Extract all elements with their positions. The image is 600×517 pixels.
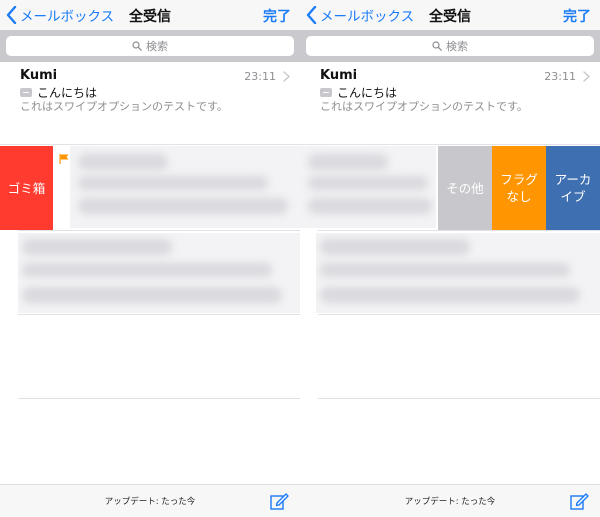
- recipient-badge-icon: [20, 88, 32, 97]
- chevron-right-icon: [583, 71, 590, 82]
- compose-icon[interactable]: [569, 491, 589, 511]
- magnifier-icon: [432, 41, 442, 51]
- row-separator: [18, 314, 300, 315]
- row-separator: [18, 398, 300, 399]
- navigation-bar: メールボックス 全受信 完了: [300, 0, 600, 30]
- search-placeholder: 検索: [146, 40, 168, 53]
- row-separator: [318, 398, 600, 399]
- blurred-content: [78, 176, 268, 190]
- mail-list-item-blurred[interactable]: [18, 233, 300, 313]
- trash-button-label: ゴミ箱: [7, 180, 46, 196]
- done-button[interactable]: 完了: [563, 6, 591, 26]
- magnifier-icon: [132, 41, 142, 51]
- update-status: アップデート: たった今: [404, 497, 496, 507]
- chevron-left-icon: [306, 6, 317, 24]
- back-button[interactable]: メールボックス: [306, 4, 414, 26]
- search-bar: 検索: [300, 30, 600, 62]
- more-button[interactable]: その他: [438, 146, 492, 230]
- back-button-label: メールボックス: [20, 9, 115, 25]
- search-bar: 検索: [0, 30, 300, 62]
- mail-list-screen-left: メールボックス 全受信 完了 検索 Kumi 23:11 こんにちは これはスワ…: [0, 0, 300, 517]
- flag-icon: [59, 154, 69, 164]
- done-button[interactable]: 完了: [263, 6, 291, 26]
- swiped-mail-item-blurred[interactable]: [300, 146, 436, 228]
- blurred-content: [308, 176, 428, 190]
- chevron-left-icon: [6, 6, 17, 24]
- mail-preview: これはスワイプオプションのテストです。: [320, 100, 528, 113]
- row-separator: [18, 230, 300, 231]
- blurred-content: [320, 263, 570, 277]
- unflag-button[interactable]: フラグ なし: [492, 146, 546, 230]
- blurred-content: [308, 154, 388, 170]
- update-status: アップデート: たった今: [104, 497, 196, 507]
- blurred-content: [22, 263, 272, 277]
- back-button-label: メールボックス: [320, 9, 415, 25]
- row-separator: [318, 314, 600, 315]
- archive-button-label: アーカ イブ: [554, 172, 592, 204]
- blurred-content: [78, 198, 288, 214]
- blurred-content: [308, 198, 432, 214]
- mail-list-item-blurred[interactable]: [316, 233, 600, 313]
- row-separator: [300, 144, 600, 145]
- search-input[interactable]: 検索: [306, 36, 594, 56]
- trash-button[interactable]: ゴミ箱: [0, 146, 53, 230]
- row-separator: [0, 144, 300, 145]
- mail-sender: Kumi: [20, 68, 58, 83]
- mail-time: 23:11: [244, 70, 276, 83]
- archive-button[interactable]: アーカ イブ: [546, 146, 600, 230]
- more-button-label: その他: [446, 180, 484, 196]
- mail-list-item[interactable]: Kumi 23:11 こんにちは これはスワイプオプションのテストです。: [0, 62, 300, 144]
- compose-icon[interactable]: [269, 491, 289, 511]
- blurred-content: [320, 287, 580, 303]
- recipient-badge-icon: [320, 88, 332, 97]
- mail-sender: Kumi: [320, 68, 358, 83]
- search-placeholder: 検索: [446, 40, 468, 53]
- mail-list-item[interactable]: Kumi 23:11 こんにちは これはスワイプオプションのテストです。: [300, 62, 600, 144]
- mail-list-screen-right: メールボックス 全受信 完了 検索 Kumi 23:11 こんにちは これはスワ…: [300, 0, 600, 517]
- back-button[interactable]: メールボックス: [6, 4, 114, 26]
- search-input[interactable]: 検索: [6, 36, 294, 56]
- mail-preview: これはスワイプオプションのテストです。: [20, 100, 228, 113]
- row-separator: [318, 230, 600, 231]
- blurred-content: [78, 154, 168, 170]
- blurred-content: [320, 239, 470, 255]
- bottom-toolbar: アップデート: たった今: [300, 484, 600, 517]
- mail-time: 23:11: [544, 70, 576, 83]
- blurred-content: [22, 239, 172, 255]
- chevron-right-icon: [283, 71, 290, 82]
- unflag-button-label: フラグ なし: [500, 172, 538, 204]
- bottom-toolbar: アップデート: たった今: [0, 484, 300, 517]
- blurred-content: [22, 287, 282, 303]
- swiped-mail-item-blurred[interactable]: [70, 146, 300, 228]
- navigation-bar: メールボックス 全受信 完了: [0, 0, 300, 30]
